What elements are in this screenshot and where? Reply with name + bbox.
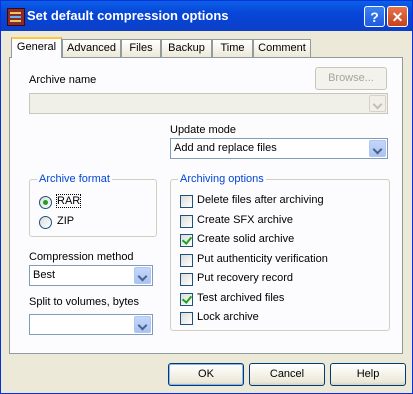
- option-label[interactable]: Lock archive: [197, 311, 259, 323]
- zip-label[interactable]: ZIP: [57, 215, 74, 227]
- help-button[interactable]: Help: [330, 363, 406, 386]
- ok-button[interactable]: OK: [168, 363, 244, 386]
- split-volumes-combo[interactable]: [29, 314, 153, 335]
- archive-name-label: Archive name: [29, 74, 97, 86]
- rar-radio[interactable]: [39, 196, 52, 209]
- help-title-button[interactable]: ?: [364, 6, 385, 27]
- window-title: Set default compression options: [27, 8, 229, 23]
- general-panel: Archive name Browse... Update mode Add a…: [9, 57, 403, 354]
- chevron-down-icon[interactable]: [369, 95, 386, 112]
- update-mode-value: Add and replace files: [174, 142, 277, 154]
- split-volumes-label: Split to volumes, bytes: [29, 296, 140, 308]
- option-label[interactable]: Create solid archive: [197, 233, 294, 245]
- update-mode-select[interactable]: Add and replace files: [170, 138, 388, 159]
- archive-format-label: Archive format: [37, 173, 112, 185]
- option-label[interactable]: Create SFX archive: [197, 214, 293, 226]
- dialog-window: Set default compression options ? ✕ Gene…: [0, 0, 413, 394]
- tab-time[interactable]: Time: [212, 39, 253, 57]
- option-checkbox[interactable]: [180, 214, 193, 228]
- zip-radio[interactable]: [39, 216, 52, 229]
- tab-backup[interactable]: Backup: [161, 39, 212, 57]
- tab-comment[interactable]: Comment: [253, 39, 311, 57]
- title-bar[interactable]: Set default compression options ? ✕: [1, 1, 412, 31]
- tab-general[interactable]: General: [11, 37, 62, 58]
- winrar-icon: [7, 8, 25, 26]
- chevron-down-icon[interactable]: [134, 267, 151, 284]
- option-label[interactable]: Test archived files: [197, 292, 284, 304]
- option-checkbox[interactable]: [180, 234, 193, 247]
- option-label[interactable]: Delete files after archiving: [197, 194, 324, 206]
- chevron-down-icon[interactable]: [369, 140, 386, 157]
- option-checkbox[interactable]: [180, 273, 193, 286]
- option-label[interactable]: Put recovery record: [197, 272, 293, 284]
- rar-label[interactable]: RAR: [55, 194, 82, 208]
- browse-button[interactable]: Browse...: [315, 67, 387, 90]
- option-checkbox[interactable]: [180, 292, 193, 306]
- archiving-options-group: Archiving options Delete files after arc…: [170, 173, 390, 331]
- option-checkbox[interactable]: [180, 253, 193, 267]
- archive-name-combo[interactable]: [29, 93, 388, 114]
- chevron-down-icon[interactable]: [134, 316, 151, 333]
- option-checkbox[interactable]: [180, 312, 193, 325]
- compression-method-label: Compression method: [29, 251, 134, 263]
- tab-advanced[interactable]: Advanced: [62, 39, 121, 57]
- option-label[interactable]: Put authenticity verification: [197, 253, 328, 265]
- cancel-button[interactable]: Cancel: [249, 363, 325, 386]
- archiving-options-label: Archiving options: [178, 173, 266, 185]
- option-checkbox[interactable]: [180, 195, 193, 208]
- archive-format-group: Archive format RAR ZIP: [29, 173, 157, 237]
- close-button[interactable]: ✕: [387, 6, 408, 27]
- compression-method-value: Best: [33, 269, 56, 281]
- tab-files[interactable]: Files: [121, 39, 161, 57]
- update-mode-label: Update mode: [170, 124, 237, 136]
- compression-method-select[interactable]: Best: [29, 265, 153, 286]
